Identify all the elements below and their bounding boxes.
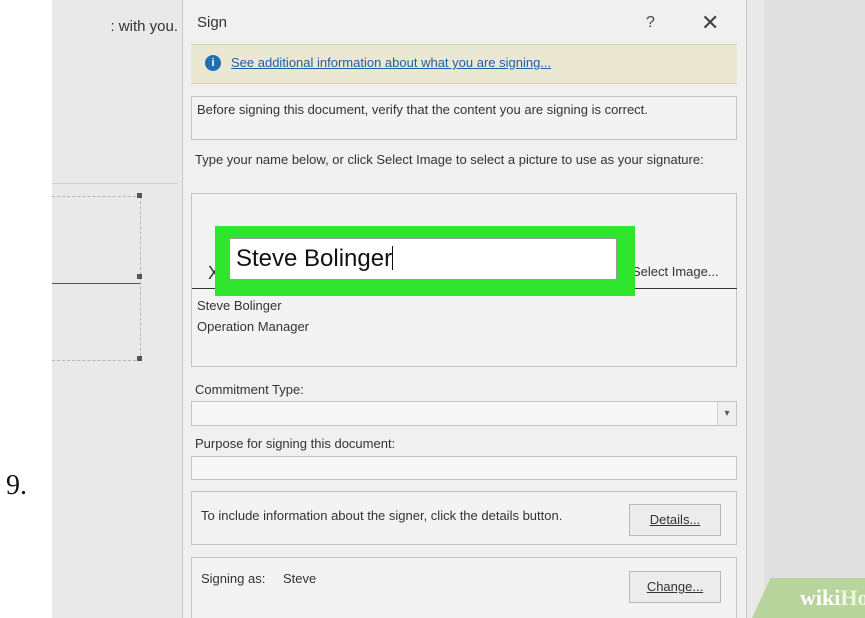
- document-area: : with you.: [52, 0, 178, 618]
- details-text: To include information about the signer,…: [201, 508, 563, 523]
- instruction-text: Type your name below, or click Select Im…: [195, 152, 704, 167]
- purpose-label: Purpose for signing this document:: [195, 436, 396, 451]
- signature-name-input[interactable]: Steve Bolinger: [229, 238, 617, 280]
- details-button[interactable]: Details...: [629, 504, 721, 536]
- text-caret: [392, 246, 394, 270]
- signature-rule: [52, 283, 140, 284]
- resize-handle[interactable]: [137, 193, 142, 198]
- help-button[interactable]: ?: [646, 14, 655, 32]
- document-divider: [52, 183, 178, 184]
- commitment-type-label: Commitment Type:: [195, 382, 304, 397]
- step-number: 9.: [6, 470, 27, 501]
- resize-handle[interactable]: [137, 356, 142, 361]
- dialog-title: Sign: [197, 14, 228, 31]
- info-bar: i See additional information about what …: [191, 44, 737, 84]
- info-icon: i: [205, 55, 221, 71]
- screenshot: : with you. Sign ? ✕ i See additional in…: [52, 0, 865, 618]
- commitment-type-select[interactable]: ▾: [191, 401, 737, 426]
- background-pane: [764, 0, 865, 618]
- wikihow-how: How: [840, 585, 865, 610]
- sign-dialog: Sign ? ✕ i See additional information ab…: [182, 0, 747, 618]
- signer-name-text: Steve Bolinger: [197, 298, 282, 313]
- signature-name-value: Steve Bolinger: [236, 245, 393, 272]
- signature-line-placeholder[interactable]: [52, 196, 141, 361]
- purpose-input[interactable]: [191, 456, 737, 480]
- signing-as-label: Signing as:: [201, 571, 266, 586]
- close-button[interactable]: ✕: [701, 10, 719, 36]
- highlight-frame: Steve Bolinger: [215, 226, 635, 296]
- select-image-link[interactable]: Select Image...: [632, 264, 719, 279]
- signing-as-value: Steve: [283, 571, 317, 586]
- wikihow-logo: wikiHow: [800, 585, 865, 611]
- verify-text: Before signing this document, verify tha…: [197, 102, 648, 117]
- chevron-down-icon[interactable]: ▾: [717, 402, 736, 425]
- additional-info-link[interactable]: See additional information about what yo…: [231, 55, 551, 70]
- wikihow-wiki: wiki: [800, 585, 841, 610]
- change-button[interactable]: Change...: [629, 571, 721, 603]
- resize-handle[interactable]: [137, 274, 142, 279]
- signer-title-text: Operation Manager: [197, 319, 310, 334]
- document-text: : with you.: [110, 18, 178, 35]
